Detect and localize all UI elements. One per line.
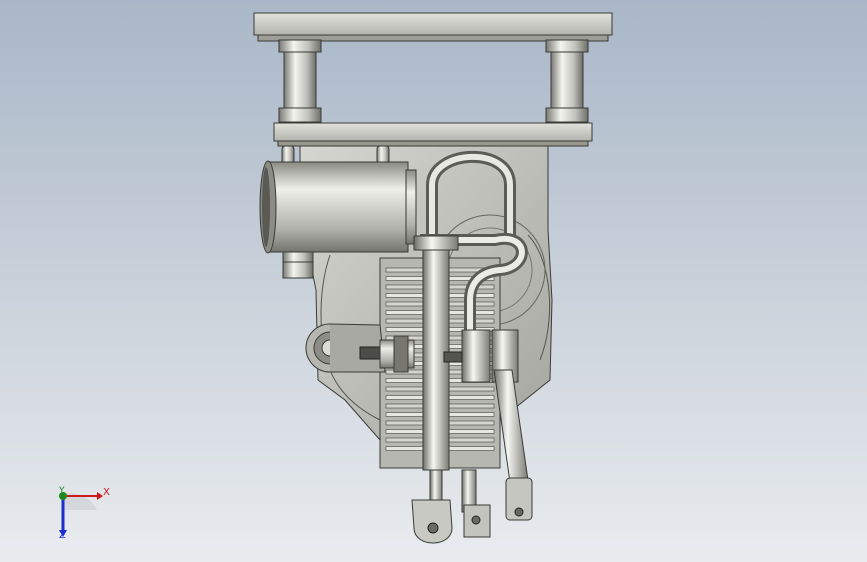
linkage-arm-middle[interactable] bbox=[461, 469, 491, 538]
guide-pillar-right[interactable] bbox=[545, 39, 589, 123]
top-plate[interactable] bbox=[253, 12, 613, 42]
linkage-arm-left[interactable] bbox=[411, 499, 453, 544]
guide-pillar-left[interactable] bbox=[278, 39, 322, 123]
x-axis-label: X bbox=[103, 487, 110, 498]
graphics-viewport[interactable]: X Y Z bbox=[0, 0, 867, 562]
y-axis-label: Y bbox=[59, 486, 65, 496]
cad-assembly-model[interactable] bbox=[0, 0, 867, 562]
z-axis-label: Z bbox=[59, 530, 66, 541]
lower-plate[interactable] bbox=[273, 122, 593, 147]
